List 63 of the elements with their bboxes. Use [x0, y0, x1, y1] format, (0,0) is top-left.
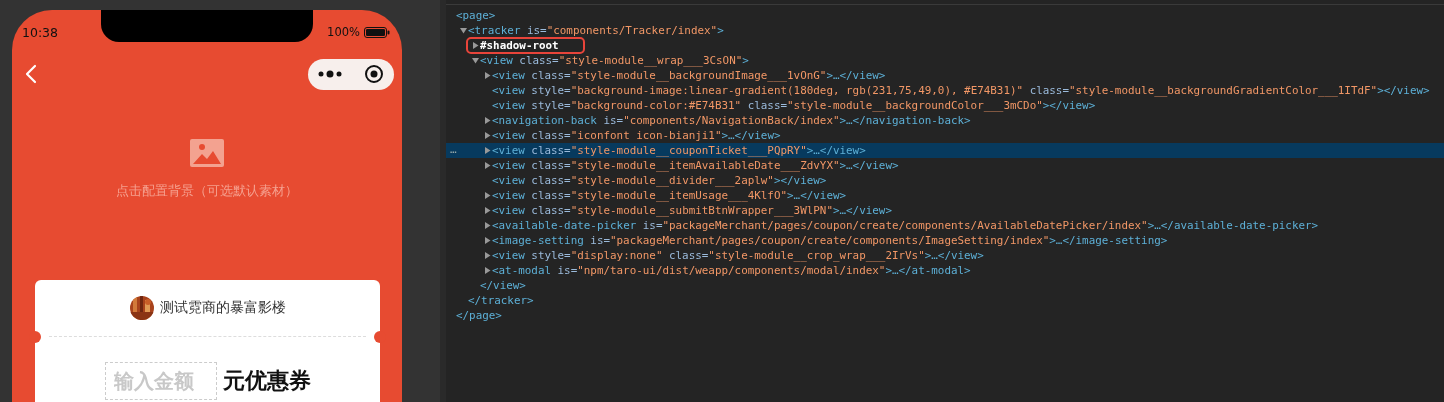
code-line: </page>: [456, 308, 502, 323]
dom-tree-row[interactable]: <view class="style-module__backgroundImage___1vOnG">…</view>: [446, 68, 1444, 83]
dom-tree-row[interactable]: <navigation-back is="components/NavigationBack/index">…</navigation-back>: [446, 113, 1444, 128]
dom-tree-row[interactable]: <view class="style-module__submitBtnWrapper___3WlPN">…</view>: [446, 203, 1444, 218]
code-line: <view class="style-module__itemUsage___4KlfO">…</view>: [492, 188, 847, 203]
dom-tree-row[interactable]: <tracker is="components/Tracker/index">: [446, 23, 1444, 38]
code-line: </view>: [480, 278, 526, 293]
code-line: <navigation-back is="components/NavigationBack/index">…</navigation-back>: [492, 113, 971, 128]
battery-icon: [364, 26, 390, 38]
code-line: </tracker>: [468, 293, 534, 308]
coupon-unit: 元优惠券: [222, 367, 311, 395]
dom-tree-row[interactable]: </page>: [446, 308, 1444, 323]
dom-tree-row[interactable]: #shadow-root: [446, 38, 1444, 53]
expand-arrow-icon[interactable]: [483, 162, 491, 169]
expand-arrow-icon[interactable]: [483, 222, 491, 229]
code-line: <view class="style-module__wrap___3CsON">: [480, 53, 749, 68]
code-line: <view class="style-module__couponTicket___PQpRY">…</view>: [492, 143, 866, 158]
dom-tree-row[interactable]: … <view class="style-module__couponTicket___PQpRY">…</view>: [446, 143, 1444, 158]
more-icon[interactable]: [318, 70, 342, 78]
code-line: <view style="display:none" class="style-module__crop_wrap___2IrVs">…</view>: [492, 248, 984, 263]
row-menu-dots[interactable]: …: [450, 143, 457, 156]
expand-arrow-icon[interactable]: [483, 192, 491, 199]
code-line: #shadow-root: [480, 38, 559, 53]
code-line: <view class="iconfont icon-bianji1">…</view>: [492, 128, 781, 143]
shop-name: 测试霓商的暴富影楼: [159, 299, 286, 317]
expand-arrow-icon[interactable]: [483, 267, 491, 274]
dom-tree-row[interactable]: <image-setting is="packageMerchant/pages/coupon/create/components/ImageSetting/index">…</image-setting>: [446, 233, 1444, 248]
expand-arrow-icon[interactable]: [483, 237, 491, 244]
battery-percent: 100%: [327, 25, 360, 39]
code-line: <at-modal is="npm/taro-ui/dist/weapp/components/modal/index">…</at-modal>: [492, 263, 971, 278]
expand-arrow-icon[interactable]: [471, 42, 479, 49]
dom-tree-row[interactable]: <at-modal is="npm/taro-ui/dist/weapp/components/modal/index">…</at-modal>: [446, 263, 1444, 278]
dom-tree-row[interactable]: <view class="style-module__wrap___3CsON">: [446, 53, 1444, 68]
expand-arrow-icon[interactable]: [483, 117, 491, 124]
dom-tree-row[interactable]: <view class="iconfont icon-bianji1">…</view>: [446, 128, 1444, 143]
expand-arrow-icon[interactable]: [483, 252, 491, 259]
code-line: <view class="style-module__divider___2aplw"></view>: [492, 173, 827, 188]
dom-tree-row[interactable]: <view class="style-module__itemAvailableDate___ZdvYX">…</view>: [446, 158, 1444, 173]
code-line: <page>: [456, 8, 496, 23]
dom-tree-row[interactable]: </tracker>: [446, 293, 1444, 308]
dom-tree-row[interactable]: <available-date-picker is="packageMerchant/pages/coupon/create/components/AvailableDatePicker/index">…</available-date-picker>: [446, 218, 1444, 233]
collapse-arrow-icon[interactable]: [471, 57, 479, 64]
code-line: <image-setting is="packageMerchant/pages/coupon/create/components/ImageSetting/index">…</image-setting>: [492, 233, 1168, 248]
expand-arrow-icon[interactable]: [483, 132, 491, 139]
code-line: <view style="background-color:#E74B31" class="style-module__backgroundColor___3mCDo"></view>: [492, 98, 1096, 113]
close-target-icon[interactable]: [364, 64, 384, 84]
collapse-arrow-icon[interactable]: [459, 27, 467, 34]
status-time: 10:38: [22, 24, 59, 40]
dom-tree-row[interactable]: <view style="display:none" class="style-module__crop_wrap___2IrVs">…</view>: [446, 248, 1444, 263]
code-line: <available-date-picker is="packageMerchant/pages/coupon/create/components/AvailableDatePicker/index">…</available-date-picker>: [492, 218, 1319, 233]
expand-arrow-icon[interactable]: [483, 147, 491, 154]
dom-tree-row[interactable]: <page>: [446, 8, 1444, 23]
expand-arrow-icon[interactable]: [483, 72, 491, 79]
code-line: <view class="style-module__submitBtnWrapper___3WlPN">…</view>: [492, 203, 892, 218]
dom-tree-row[interactable]: <view style="background-color:#E74B31" class="style-module__backgroundColor___3mCDo"></view>: [446, 98, 1444, 113]
dom-tree-row[interactable]: <view class="style-module__itemUsage___4KlfO">…</view>: [446, 188, 1444, 203]
expand-arrow-icon[interactable]: [483, 207, 491, 214]
code-line: <view class="style-module__itemAvailableDate___ZdvYX">…</view>: [492, 158, 899, 173]
code-line: <tracker is="components/Tracker/index">: [468, 23, 724, 38]
back-icon[interactable]: [24, 64, 38, 84]
code-line: <view class="style-module__backgroundImage___1vOnG">…</view>: [492, 68, 886, 83]
dom-tree-row[interactable]: <view class="style-module__divider___2aplw"></view>: [446, 173, 1444, 188]
dom-tree-row[interactable]: </view>: [446, 278, 1444, 293]
